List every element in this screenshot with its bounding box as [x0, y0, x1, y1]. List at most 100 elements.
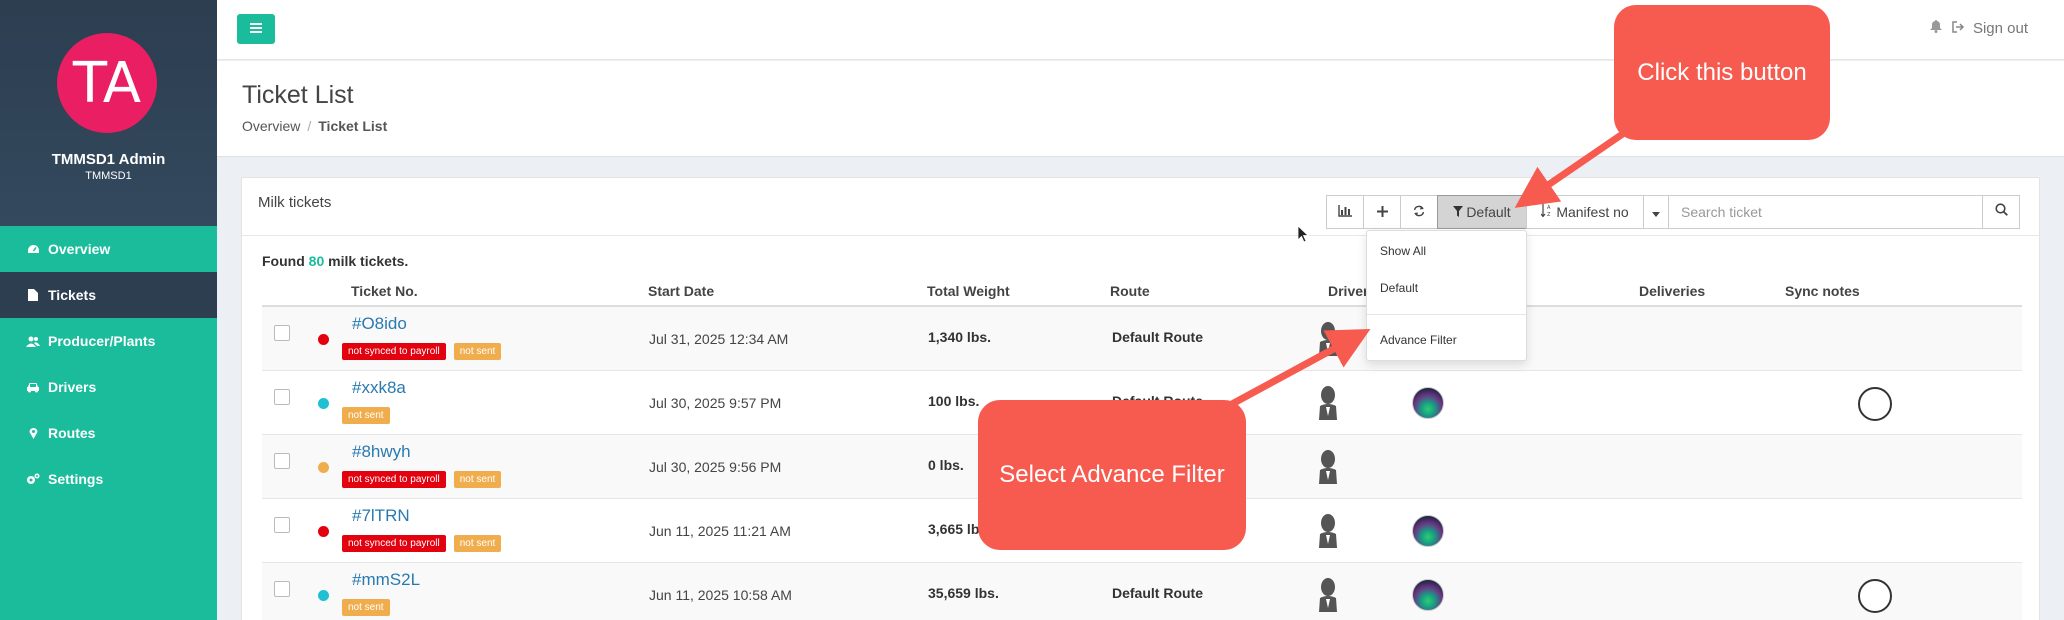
callout-click-button: Click this button — [1614, 5, 1830, 140]
svg-text:A: A — [1547, 205, 1551, 211]
sidebar-item-routes[interactable]: Routes — [0, 410, 217, 456]
card-title: Milk tickets — [258, 194, 332, 211]
hamburger-icon — [250, 20, 262, 38]
sidebar-item-tickets[interactable]: Tickets — [0, 272, 217, 318]
chart-button[interactable] — [1326, 195, 1364, 229]
total-weight: 100 lbs. — [928, 393, 980, 409]
callout-select-advance-filter: Select Advance Filter — [978, 400, 1246, 550]
sidebar-item-label: Tickets — [48, 287, 96, 303]
ticket-link[interactable]: #mmS2L — [352, 570, 420, 590]
ticket-link[interactable]: #O8ido — [352, 314, 407, 334]
sidebar-item-label: Routes — [48, 425, 96, 441]
sidebar-item-settings[interactable]: Settings — [0, 456, 217, 502]
status-badge: not sent — [453, 535, 502, 552]
driver-avatar-icon — [1317, 450, 1339, 484]
delivery-plant-logo-icon — [1858, 387, 1892, 421]
status-dot — [318, 590, 329, 601]
column-start-date[interactable]: Start Date — [648, 283, 714, 299]
column-deliveries[interactable]: Deliveries — [1639, 283, 1705, 299]
status-badges: not sent — [342, 407, 390, 424]
breadcrumb-overview[interactable]: Overview — [242, 118, 300, 134]
caret-down-icon — [1652, 204, 1660, 220]
found-count-text: Found 80 milk tickets. — [262, 253, 408, 269]
document-icon — [24, 289, 42, 301]
sidebar-item-label: Settings — [48, 471, 104, 487]
car-icon — [24, 382, 42, 393]
row-checkbox[interactable] — [274, 581, 290, 597]
found-count: 80 — [308, 253, 325, 269]
row-checkbox[interactable] — [274, 517, 290, 533]
table-row[interactable]: #mmS2L not sent Jun 11, 2025 10:58 AM 35,65… — [262, 563, 2022, 620]
sidebar-item-label: Overview — [48, 241, 111, 257]
column-ticket-no[interactable]: Ticket No. — [351, 283, 418, 299]
status-badges: not synced to payroll not sent — [342, 535, 502, 552]
sidebar-item-drivers[interactable]: Drivers — [0, 364, 217, 410]
start-date: Jun 11, 2025 11:21 AM — [649, 523, 791, 539]
table-row[interactable]: #O8ido not synced to payroll not sent Jul 3… — [262, 307, 2022, 371]
sign-out-label: Sign out — [1972, 20, 2028, 37]
gears-icon — [24, 473, 42, 485]
row-checkbox[interactable] — [274, 325, 290, 341]
ticket-link[interactable]: #xxk8a — [352, 378, 406, 398]
card-divider — [242, 235, 2039, 236]
column-route[interactable]: Route — [1110, 283, 1150, 299]
driver-photo — [1412, 387, 1444, 419]
status-badge: not synced to payroll — [342, 535, 446, 552]
column-driver[interactable]: Driver — [1328, 283, 1368, 299]
sort-dropdown-toggle[interactable] — [1643, 195, 1669, 229]
svg-text:Z: Z — [1547, 212, 1551, 217]
avatar[interactable]: TA — [57, 33, 157, 133]
menu-toggle-button[interactable] — [237, 14, 275, 44]
menu-item-advance-filter[interactable]: Advance Filter — [1380, 333, 1457, 347]
status-badge: not sent — [453, 471, 502, 488]
admin-name: TMMSD1 Admin — [51, 151, 166, 168]
sidebar-item-label: Drivers — [48, 379, 97, 395]
search-button[interactable] — [1982, 195, 2020, 229]
route-name: Default Route — [1112, 329, 1203, 345]
sort-manifest-button[interactable]: AZ Manifest no — [1526, 195, 1644, 229]
driver-photo — [1412, 515, 1444, 547]
sidebar-item-producer-plants[interactable]: Producer/Plants — [0, 318, 217, 364]
refresh-icon — [1413, 204, 1425, 220]
filter-default-button[interactable]: Default — [1437, 195, 1527, 229]
status-badges: not synced to payroll not sent — [342, 471, 502, 488]
status-badges: not synced to payroll not sent — [342, 343, 502, 360]
ticket-link[interactable]: #8hwyh — [352, 442, 411, 462]
total-weight: 35,659 lbs. — [928, 585, 999, 601]
sort-icon: AZ — [1540, 204, 1553, 220]
status-badge: not sent — [453, 343, 502, 360]
row-checkbox[interactable] — [274, 453, 290, 469]
route-name: Default Route — [1112, 585, 1203, 601]
driver-avatar-icon — [1317, 386, 1339, 420]
refresh-button[interactable] — [1400, 195, 1438, 229]
ticket-toolbar: Default AZ Manifest no Search ticket — [1326, 195, 2020, 229]
row-checkbox[interactable] — [274, 389, 290, 405]
ticket-link[interactable]: #7lTRN — [352, 506, 410, 526]
sign-out-link[interactable]: Sign out — [1952, 20, 2028, 37]
search-input[interactable]: Search ticket — [1668, 195, 1983, 229]
add-ticket-button[interactable] — [1363, 195, 1401, 229]
column-total-weight[interactable]: Total Weight — [927, 283, 1010, 299]
sign-out-icon — [1952, 20, 1965, 37]
start-date: Jul 30, 2025 9:56 PM — [649, 459, 782, 475]
menu-item-show-all[interactable]: Show All — [1380, 244, 1426, 258]
total-weight: 1,340 lbs. — [928, 329, 992, 345]
sidebar-item-overview[interactable]: Overview — [0, 226, 217, 272]
status-badge: not sent — [342, 599, 390, 616]
column-sync-notes[interactable]: Sync notes — [1785, 283, 1860, 299]
page-title: Ticket List — [242, 81, 354, 109]
start-date: Jul 31, 2025 12:34 AM — [649, 331, 789, 347]
status-dot — [318, 526, 329, 537]
milk-tickets-card: Milk tickets Default AZ Manifest no Sear… — [241, 177, 2040, 620]
bar-chart-icon — [1338, 204, 1352, 220]
delivery-plant-logo-icon — [1858, 579, 1892, 613]
menu-item-default[interactable]: Default — [1380, 281, 1418, 295]
driver-avatar-icon — [1317, 578, 1339, 612]
breadcrumb-separator: / — [307, 118, 312, 134]
breadcrumb-current: Ticket List — [318, 118, 388, 134]
status-dot — [318, 398, 329, 409]
notifications-bell-icon[interactable] — [1930, 20, 1942, 36]
map-marker-icon — [24, 427, 42, 439]
breadcrumb: Overview / Ticket List — [242, 118, 387, 134]
dashboard-icon — [24, 244, 42, 255]
